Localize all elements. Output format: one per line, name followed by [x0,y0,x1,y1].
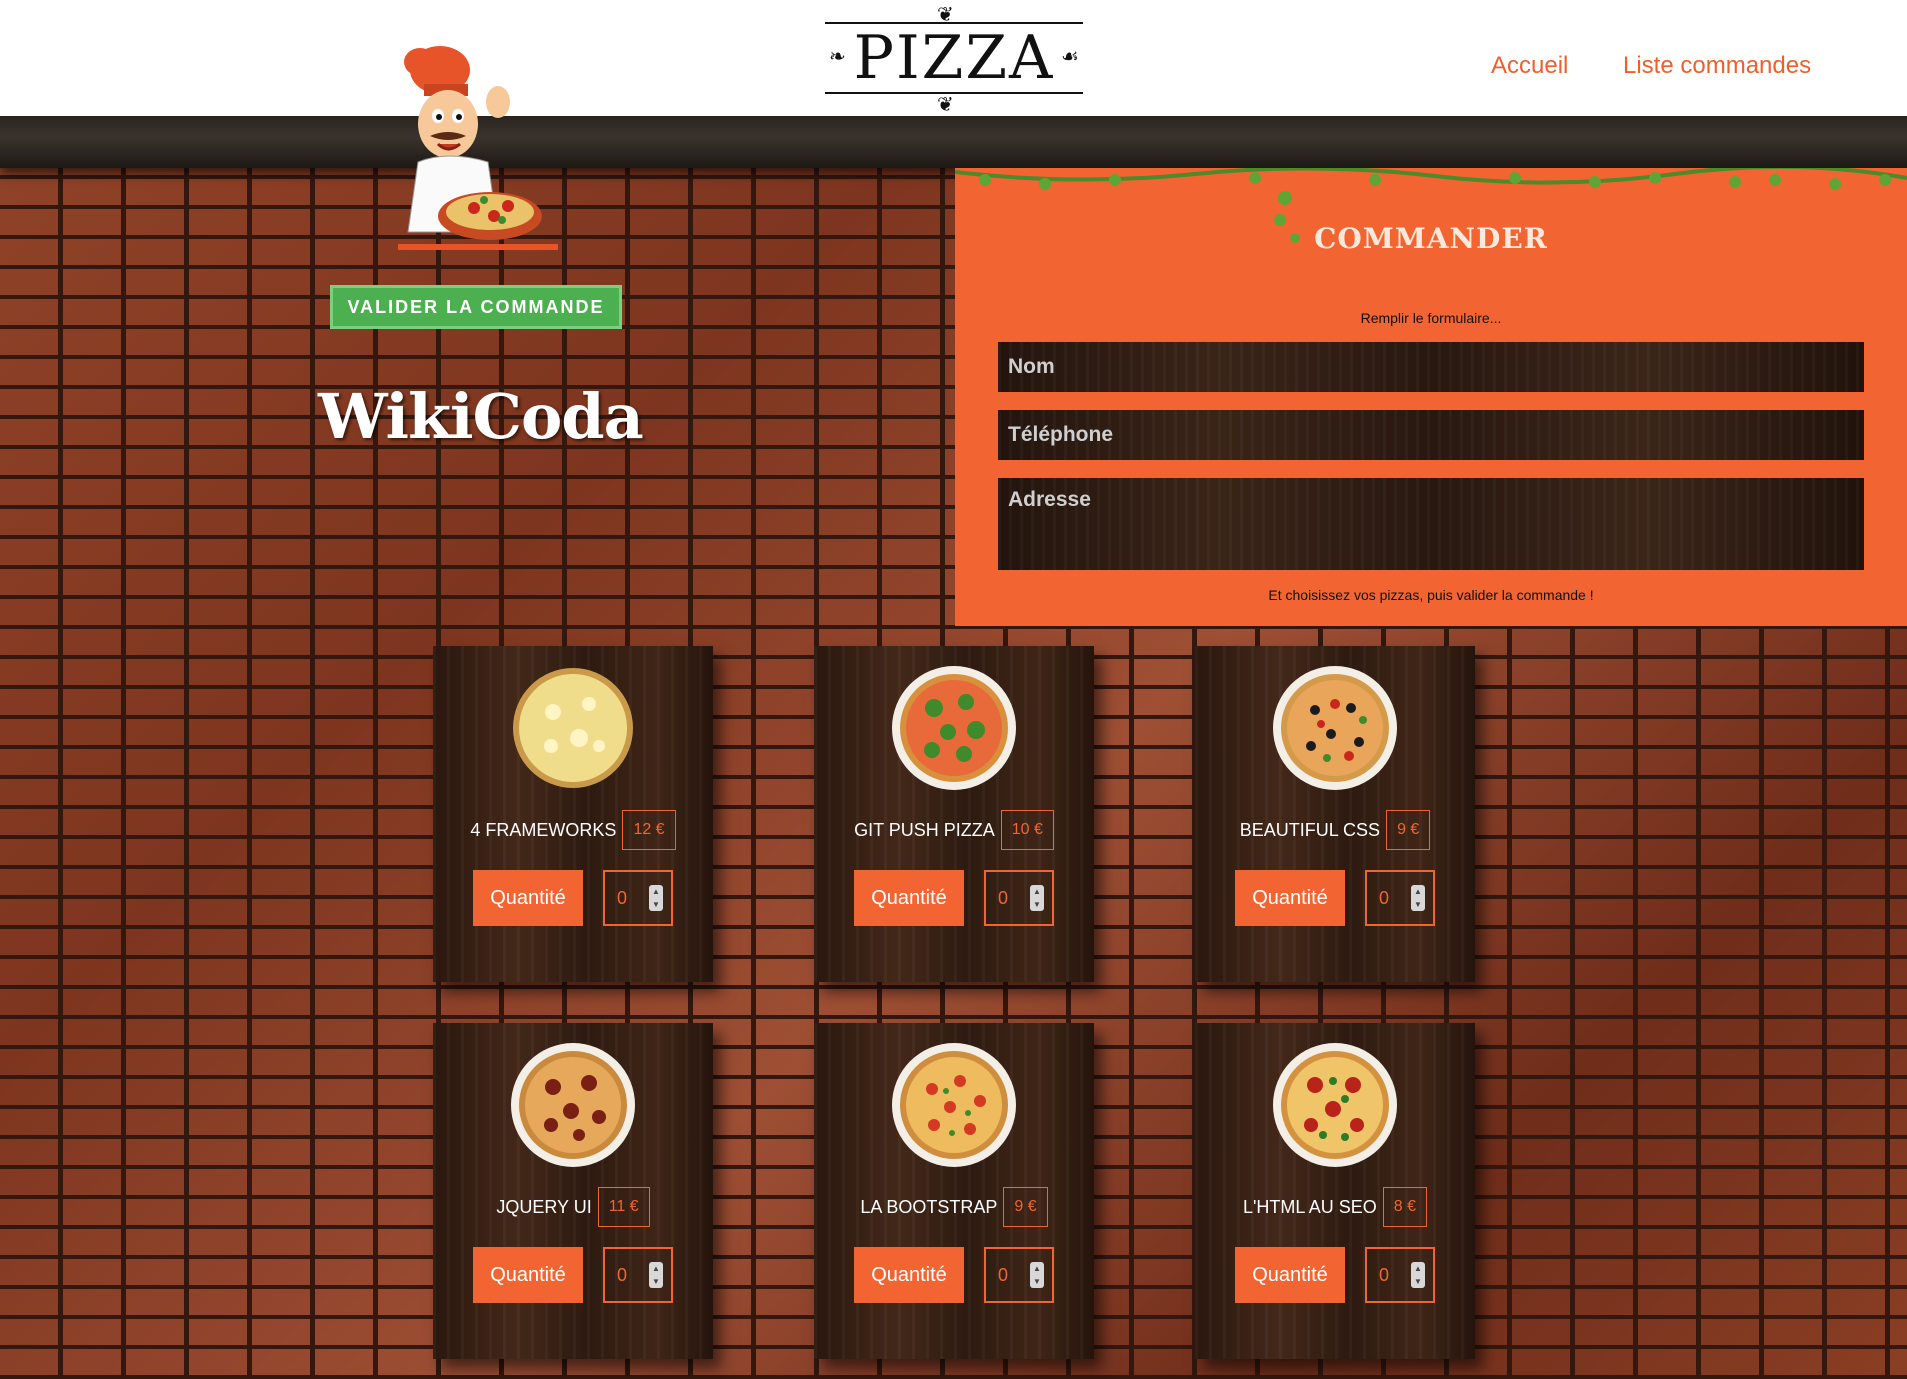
pizza-tomato-image [892,1043,1016,1167]
logo-rule-bottom [825,92,1083,94]
order-form-note: Et choisissez vos pizzas, puis valider l… [1268,587,1594,603]
quantity-value: 0 [1379,1264,1390,1285]
site-logo[interactable]: ❦ PIZZA ❧ ☙ ❦ [825,4,1083,116]
pizza-card: 4 FRAMEWORKS 12 € Quantité 0 ▲ ▼ [433,646,713,982]
pizza-price: 8 € [1382,1187,1428,1227]
logo-ornament-icon: ❦ [937,94,954,116]
pizza-price: 9 € [1386,810,1431,850]
logo-text: PIZZA [853,23,1055,93]
pizza-name: L'HTML AU SEO [1242,1196,1377,1217]
pizza-price: 9 € [1003,1187,1048,1227]
pizza-price: 12 € [622,810,676,850]
logo-ornament-icon: ❧ [829,46,846,68]
nav-link-accueil[interactable]: Accueil [1491,52,1568,80]
pizza-card: JQUERY UI 11 € Quantité 0 ▲ ▼ [433,1023,713,1359]
quantity-stepper[interactable]: 0 ▲ ▼ [603,1247,673,1303]
spinner-arrows-icon[interactable]: ▲ ▼ [1411,885,1425,911]
spinner-arrows-icon[interactable]: ▲ ▼ [649,1262,663,1288]
pizza-price: 11 € [597,1187,650,1227]
quantity-button[interactable]: Quantité [854,870,964,926]
address-field[interactable] [998,478,1864,570]
site-header: ❦ PIZZA ❧ ☙ ❦ Accueil Liste commandes [0,0,1907,116]
quantity-stepper[interactable]: 0 ▲ ▼ [1365,1247,1435,1303]
validate-order-button[interactable]: VALIDER LA COMMANDE [330,285,622,329]
pizza-broccoli-image [892,666,1016,790]
chef-mascot-icon [398,46,558,250]
quantity-button[interactable]: Quantité [473,870,583,926]
quantity-value: 0 [1379,887,1390,908]
order-panel-title: COMMANDER [1314,222,1548,255]
spinner-arrows-icon[interactable]: ▲ ▼ [1030,885,1044,911]
spinner-arrows-icon[interactable]: ▲ ▼ [1030,1262,1044,1288]
pizza-olive-image [1273,666,1397,790]
pizza-card: L'HTML AU SEO 8 € Quantité 0 ▲ ▼ [1195,1023,1475,1359]
pizza-cheese-image [513,668,633,788]
nav-link-liste-commandes[interactable]: Liste commandes [1623,52,1811,80]
pizza-name: JQUERY UI [496,1196,592,1217]
pizza-name: LA BOOTSTRAP [860,1196,998,1217]
pizza-pepperoni-image [511,1043,635,1167]
pizza-card: BEAUTIFUL CSS 9 € Quantité 0 ▲ ▼ [1195,646,1475,982]
pizza-salami-image [1273,1043,1397,1167]
phone-field[interactable] [998,410,1864,460]
brand-wikicoda: WikiCoda [318,380,644,453]
quantity-stepper[interactable]: 0 ▲ ▼ [984,870,1054,926]
quantity-value: 0 [617,1264,628,1285]
spinner-arrows-icon[interactable]: ▲ ▼ [1411,1262,1425,1288]
pizza-name: BEAUTIFUL CSS [1239,819,1381,840]
quantity-stepper[interactable]: 0 ▲ ▼ [1365,870,1435,926]
quantity-stepper[interactable]: 0 ▲ ▼ [984,1247,1054,1303]
quantity-value: 0 [617,887,628,908]
pizza-card: GIT PUSH PIZZA 10 € Quantité 0 ▲ ▼ [814,646,1094,982]
order-form-subtitle: Remplir le formulaire... [1360,310,1502,326]
pizza-name: GIT PUSH PIZZA [854,819,995,840]
quantity-stepper[interactable]: 0 ▲ ▼ [603,870,673,926]
pizza-price: 10 € [1000,810,1054,850]
name-field[interactable] [998,342,1864,392]
quantity-value: 0 [998,1264,1009,1285]
spinner-arrows-icon[interactable]: ▲ ▼ [649,885,663,911]
logo-ornament-icon: ☙ [1061,46,1079,68]
quantity-button[interactable]: Quantité [1235,1247,1345,1303]
quantity-button[interactable]: Quantité [473,1247,583,1303]
pizza-name: 4 FRAMEWORKS [470,819,617,840]
quantity-button[interactable]: Quantité [1235,870,1345,926]
quantity-value: 0 [998,887,1009,908]
pizza-card: LA BOOTSTRAP 9 € Quantité 0 ▲ ▼ [814,1023,1094,1359]
quantity-button[interactable]: Quantité [854,1247,964,1303]
wooden-beam [0,116,1907,168]
